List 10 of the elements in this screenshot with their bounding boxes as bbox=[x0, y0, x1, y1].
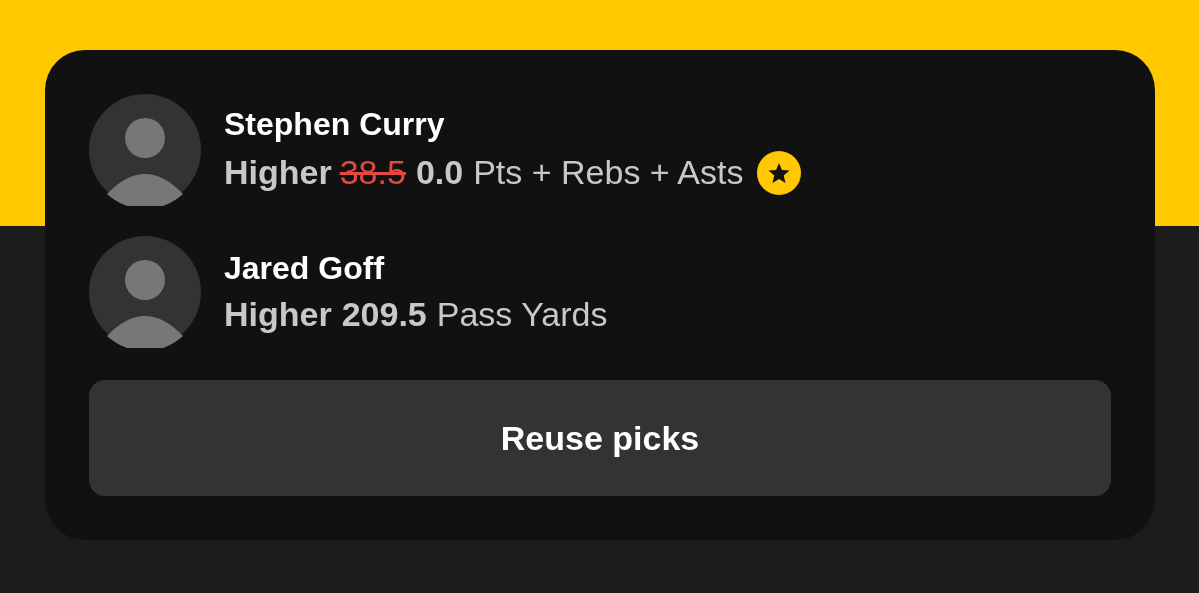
pick-line: 209.5 bbox=[341, 295, 427, 334]
pick-direction: Higher bbox=[224, 295, 332, 334]
stat-type: Pass Yards bbox=[436, 295, 608, 334]
reuse-picks-button[interactable]: Reuse picks bbox=[89, 380, 1111, 496]
stat-type: Pts + Rebs + Asts bbox=[473, 153, 744, 192]
player-name: Jared Goff bbox=[224, 250, 386, 287]
pick-line: 0.0 bbox=[415, 153, 464, 192]
player-name: Stephen Curry bbox=[224, 105, 446, 143]
original-line: 38.5 bbox=[339, 153, 406, 192]
pick-direction: Higher bbox=[224, 153, 332, 192]
